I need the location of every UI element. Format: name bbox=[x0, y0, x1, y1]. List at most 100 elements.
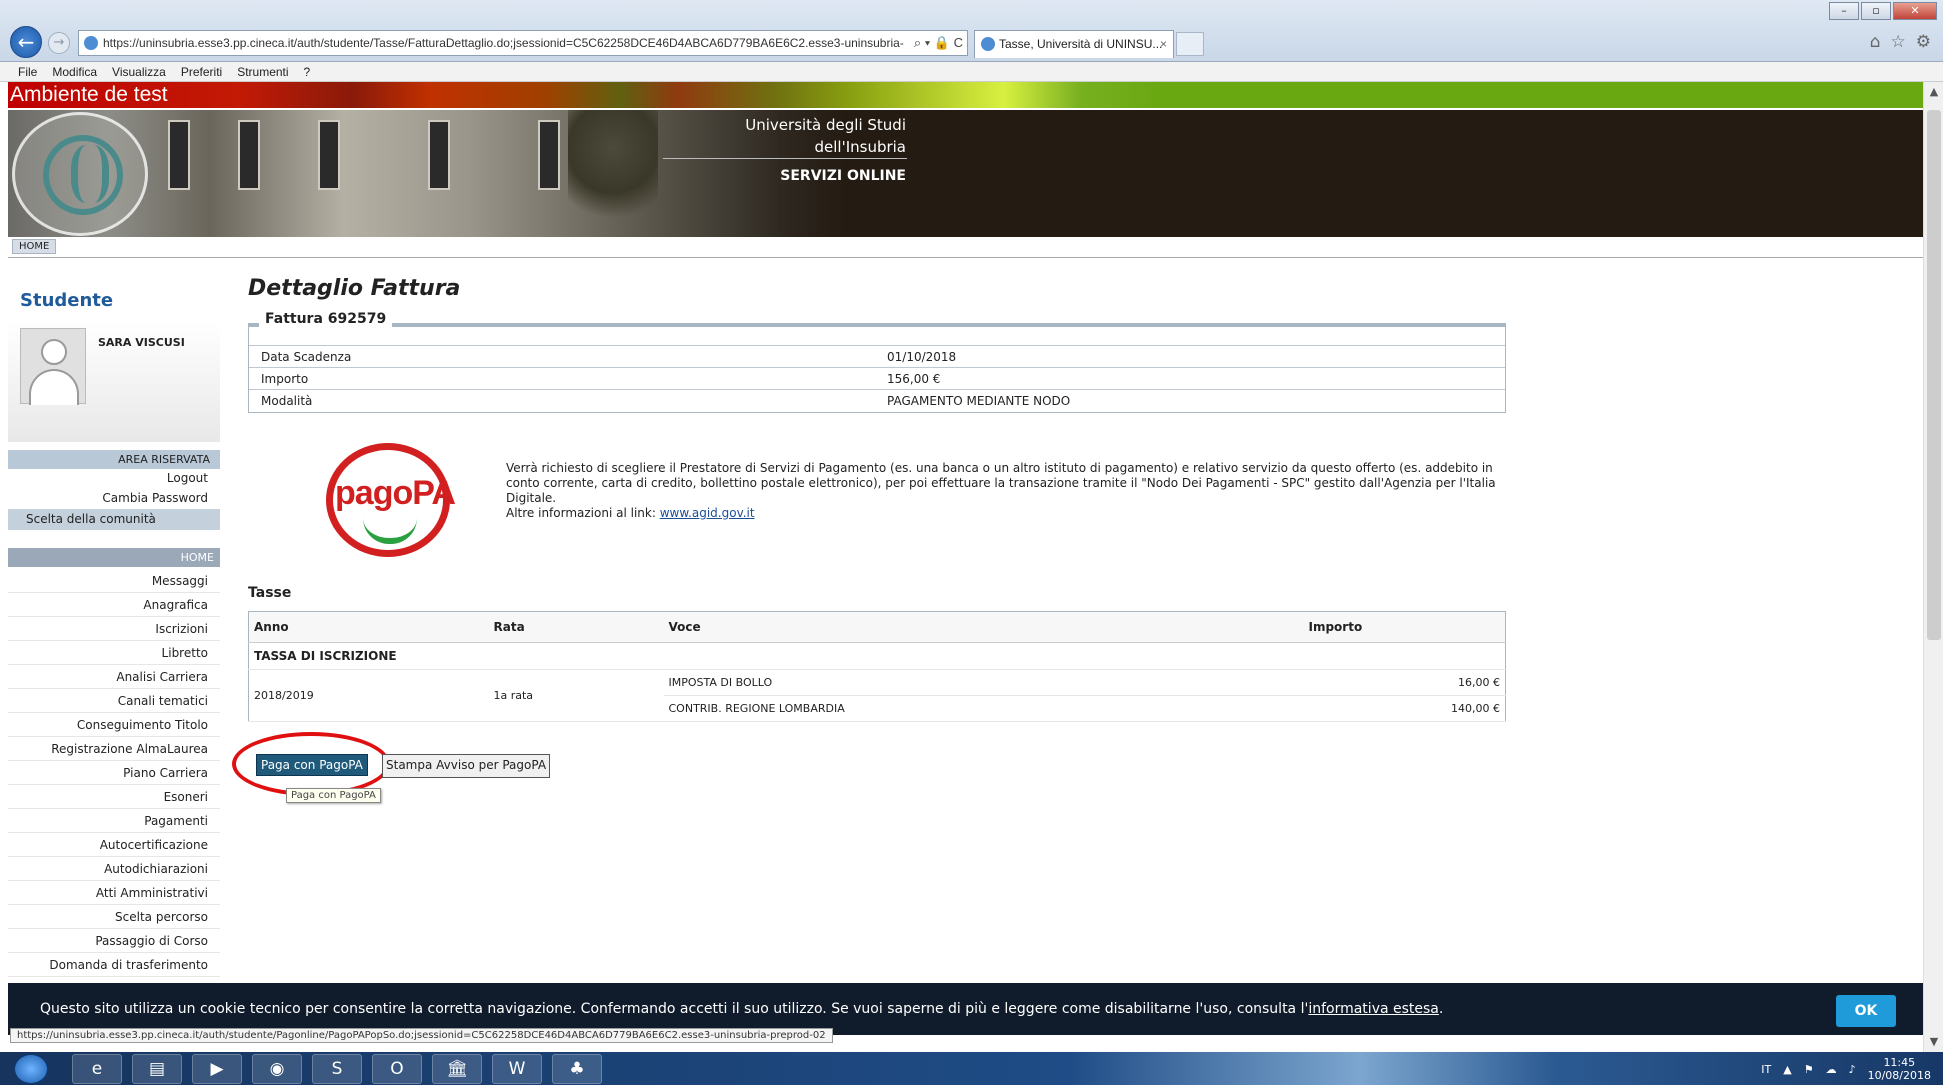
flag-icon[interactable]: ⚑ bbox=[1804, 1063, 1814, 1076]
sidebar-item-piano-carriera[interactable]: Piano Carriera bbox=[8, 761, 220, 785]
fattura-number: Fattura 692579 bbox=[259, 311, 393, 327]
sidebar-item-registrazione-almalaurea[interactable]: Registrazione AlmaLaurea bbox=[8, 737, 220, 761]
favorites-star-icon[interactable]: ☆ bbox=[1891, 32, 1906, 52]
tasse-heading: Tasse bbox=[248, 584, 292, 601]
menu-help[interactable]: ? bbox=[304, 62, 311, 81]
word-icon[interactable]: W bbox=[492, 1054, 542, 1084]
sidebar-item-messaggi[interactable]: Messaggi bbox=[8, 569, 220, 593]
sidebar-item-pagamenti[interactable]: Pagamenti bbox=[8, 809, 220, 833]
address-url: https://uninsubria.esse3.pp.cineca.it/au… bbox=[103, 36, 904, 50]
volume-icon[interactable]: ♪ bbox=[1849, 1063, 1856, 1076]
photo-tree bbox=[568, 110, 658, 237]
chrome-icon[interactable]: ◉ bbox=[252, 1054, 302, 1084]
action-buttons: Paga con PagoPA Stampa Avviso per PagoPA… bbox=[232, 731, 1508, 803]
cookie-ok-button[interactable]: OK bbox=[1836, 995, 1896, 1027]
sidebar-item-libretto[interactable]: Libretto bbox=[8, 641, 220, 665]
network-icon[interactable]: ☁ bbox=[1826, 1063, 1837, 1076]
tasse-group-label: TASSA DI ISCRIZIONE bbox=[248, 642, 1506, 670]
restore-button[interactable]: ▫ bbox=[1861, 2, 1891, 20]
menu-strumenti[interactable]: Strumenti bbox=[237, 62, 288, 81]
sidebar-item-scelta-percorso[interactable]: Scelta percorso bbox=[8, 905, 220, 929]
address-bar[interactable]: https://uninsubria.esse3.pp.cineca.it/au… bbox=[78, 30, 968, 56]
sidebar-item-atti-amministrativi[interactable]: Atti Amministrativi bbox=[8, 881, 220, 905]
scroll-up-arrow-icon[interactable]: ▲ bbox=[1924, 82, 1943, 102]
sidebar-item-esoneri[interactable]: Esoneri bbox=[8, 785, 220, 809]
tab-favicon-icon bbox=[981, 37, 995, 51]
menu-preferiti[interactable]: Preferiti bbox=[181, 62, 222, 81]
sidebar-item-analisi-carriera[interactable]: Analisi Carriera bbox=[8, 665, 220, 689]
sidebar-title: Studente bbox=[20, 290, 114, 311]
browser-right-icons: ⌂ ☆ ⚙ bbox=[1870, 32, 1931, 52]
close-window-button[interactable]: ✕ bbox=[1893, 2, 1937, 20]
scelta-comunita-link[interactable]: Scelta della comunità bbox=[8, 509, 220, 530]
start-button[interactable] bbox=[14, 1054, 48, 1084]
media-player-icon[interactable]: ▶ bbox=[192, 1054, 242, 1084]
column-header: Rata bbox=[488, 611, 664, 643]
address-tools[interactable]: ⌕ ▾ 🔒 C bbox=[907, 31, 963, 55]
sidebar-item-autocertificazione[interactable]: Autocertificazione bbox=[8, 833, 220, 857]
clock-time: 11:45 bbox=[1883, 1056, 1916, 1069]
photo-window bbox=[238, 120, 260, 190]
clock[interactable]: 11:45 10/08/2018 bbox=[1868, 1056, 1931, 1082]
pagopa-logo: pagoPA bbox=[326, 442, 456, 557]
tray-expand-icon[interactable]: ▲ bbox=[1783, 1063, 1791, 1076]
user-name: SARA VISCUSI bbox=[98, 336, 185, 349]
sidebar-item-passaggio-corso[interactable]: Passaggio di Corso bbox=[8, 929, 220, 953]
paga-con-pagopa-button[interactable]: Paga con PagoPA bbox=[256, 753, 368, 776]
back-arrow-icon[interactable]: ← bbox=[10, 26, 42, 58]
vertical-scrollbar[interactable]: ▲ ▼ bbox=[1923, 82, 1943, 1052]
servizi-online-label: SERVIZI ONLINE bbox=[780, 168, 906, 184]
menu-file[interactable]: File bbox=[18, 62, 37, 81]
sidebar-home[interactable]: HOME bbox=[8, 548, 220, 567]
gear-icon[interactable]: ⚙ bbox=[1916, 32, 1931, 52]
tasse-anno: 2018/2019 bbox=[248, 669, 489, 722]
breadcrumb: HOME bbox=[8, 238, 1923, 258]
logout-link[interactable]: Logout bbox=[8, 469, 220, 489]
sidebar-item-domanda-trasferimento[interactable]: Domanda di trasferimento bbox=[8, 953, 220, 977]
cambia-password-link[interactable]: Cambia Password bbox=[8, 489, 220, 509]
sidebar-item-canali-tematici[interactable]: Canali tematici bbox=[8, 689, 220, 713]
skype-icon[interactable]: S bbox=[312, 1054, 362, 1084]
university-crest-logo[interactable] bbox=[12, 112, 148, 236]
photo-window bbox=[538, 120, 560, 190]
sidebar-item-anagrafica[interactable]: Anagrafica bbox=[8, 593, 220, 617]
crest-symbol-icon bbox=[43, 135, 123, 215]
informativa-link[interactable]: informativa estesa bbox=[1308, 1001, 1439, 1017]
pagopa-arrow-icon bbox=[363, 518, 417, 544]
page-title: Dettaglio Fattura bbox=[248, 276, 461, 301]
browser-tab[interactable]: Tasse, Università di UNINSU... × bbox=[974, 30, 1174, 58]
language-indicator[interactable]: IT bbox=[1761, 1063, 1771, 1076]
scroll-down-arrow-icon[interactable]: ▼ bbox=[1924, 1032, 1943, 1052]
university-name: Università degli Studi dell'Insubria bbox=[668, 114, 906, 158]
breadcrumb-home[interactable]: HOME bbox=[12, 239, 57, 254]
sidebar-item-conseguimento-titolo[interactable]: Conseguimento Titolo bbox=[8, 713, 220, 737]
home-icon[interactable]: ⌂ bbox=[1870, 32, 1881, 52]
avatar-body bbox=[29, 369, 79, 405]
tasse-voce: CONTRIB. REGIONE LOMBARDIA bbox=[663, 695, 1304, 722]
university-name-line1: Università degli Studi bbox=[745, 116, 906, 134]
menu-visualizza[interactable]: Visualizza bbox=[112, 62, 166, 81]
stampa-avviso-button[interactable]: Stampa Avviso per PagoPA bbox=[382, 753, 551, 778]
minimize-button[interactable]: – bbox=[1829, 2, 1859, 20]
outlook-icon[interactable]: O bbox=[372, 1054, 422, 1084]
sidebar-item-iscrizioni[interactable]: Iscrizioni bbox=[8, 617, 220, 641]
tree-app-icon[interactable]: ♣ bbox=[552, 1054, 602, 1084]
table-row: Modalità PAGAMENTO MEDIANTE NODO bbox=[249, 389, 1505, 412]
ie-icon[interactable]: e bbox=[72, 1054, 122, 1084]
tab-close-icon[interactable]: × bbox=[1160, 31, 1167, 57]
sidebar-item-autodichiarazioni[interactable]: Autodichiarazioni bbox=[8, 857, 220, 881]
bank-app-icon[interactable]: 🏛 bbox=[432, 1054, 482, 1084]
agid-link[interactable]: www.agid.gov.it bbox=[660, 506, 755, 520]
folder-icon[interactable]: ▤ bbox=[132, 1054, 182, 1084]
university-name-line2: dell'Insubria bbox=[814, 138, 906, 156]
tab-title: Tasse, Università di UNINSU... bbox=[999, 37, 1163, 51]
new-tab-button[interactable] bbox=[1176, 32, 1204, 56]
photo-window bbox=[168, 120, 190, 190]
pagopa-info: pagoPA Verrà richiesto di scegliere il P… bbox=[248, 417, 1508, 567]
menu-modifica[interactable]: Modifica bbox=[52, 62, 97, 81]
scroll-thumb[interactable] bbox=[1927, 110, 1941, 640]
column-header: Anno bbox=[248, 611, 489, 643]
status-bar-url: https://uninsubria.esse3.pp.cineca.it/au… bbox=[10, 1028, 833, 1043]
forward-arrow-icon[interactable]: → bbox=[48, 32, 70, 54]
pagopa-logo-text: pagoPA bbox=[335, 473, 456, 512]
